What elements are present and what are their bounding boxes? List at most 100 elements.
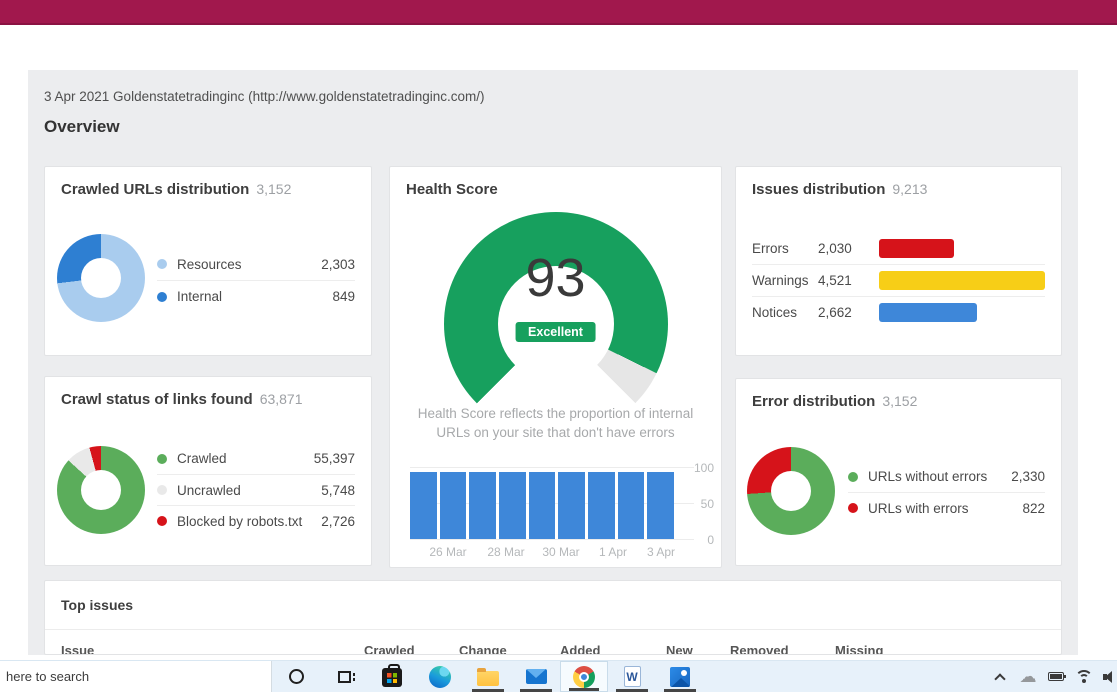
volume-tray-button[interactable] bbox=[1103, 667, 1117, 687]
onedrive-tray-button[interactable]: ☁ bbox=[1019, 667, 1037, 687]
legend-row: Internal 849 bbox=[157, 280, 355, 312]
card-crawl-status: Crawl status of links found 63,871 Crawle… bbox=[44, 376, 372, 566]
mail-button[interactable] bbox=[512, 661, 560, 692]
card-title-text: Crawl status of links found bbox=[61, 391, 253, 408]
microsoft-store-button[interactable] bbox=[368, 661, 416, 692]
card-title: Top issues bbox=[61, 597, 133, 613]
desktop-screen: 3 Apr 2021 Goldenstatetradinginc (http:/… bbox=[0, 0, 1117, 692]
issue-bar-track bbox=[879, 271, 1045, 290]
chrome-button[interactable] bbox=[560, 661, 608, 692]
report-header: 3 Apr 2021 Goldenstatetradinginc (http:/… bbox=[44, 89, 485, 104]
x-tick: 30 Mar bbox=[542, 545, 579, 559]
issues-rows: Errors 2,030 Warnings 4,521 Notices 2,66… bbox=[752, 232, 1045, 328]
column-header-change: Change bbox=[459, 643, 507, 655]
column-header-crawled: Crawled bbox=[364, 643, 415, 655]
column-header-new: New bbox=[666, 643, 693, 655]
x-tick: 3 Apr bbox=[647, 545, 675, 559]
legend-value: 822 bbox=[1022, 501, 1045, 516]
health-history-bars bbox=[410, 467, 674, 539]
app-top-bar bbox=[0, 0, 1117, 25]
health-rating-badge: Excellent bbox=[515, 322, 596, 342]
column-header-added: Added bbox=[560, 643, 600, 655]
health-history-bar bbox=[499, 472, 526, 539]
page-title: Overview bbox=[44, 117, 120, 137]
issue-value: 2,030 bbox=[818, 241, 879, 256]
legend-row: Blocked by robots.txt 2,726 bbox=[157, 505, 355, 536]
taskbar-search-box[interactable]: here to search bbox=[0, 661, 272, 692]
legend-label: Uncrawled bbox=[177, 483, 321, 498]
card-total: 3,152 bbox=[882, 393, 917, 409]
health-history-bar bbox=[588, 472, 615, 539]
photos-icon bbox=[670, 667, 690, 687]
chrome-icon bbox=[573, 666, 595, 688]
card-title-text: Top issues bbox=[61, 597, 133, 613]
task-view-button[interactable] bbox=[320, 661, 368, 692]
microsoft-logo-icon bbox=[387, 673, 397, 683]
issue-value: 2,662 bbox=[818, 305, 879, 320]
health-history-bar bbox=[529, 472, 556, 539]
windows-taskbar: here to search W ☁ bbox=[0, 660, 1117, 692]
card-total: 9,213 bbox=[892, 181, 927, 197]
tray-chevron-button[interactable] bbox=[991, 667, 1009, 687]
crawl-status-legend: Crawled 55,397 Uncrawled 5,748 Blocked b… bbox=[157, 443, 355, 536]
health-description: Health Score reflects the proportion of … bbox=[406, 404, 705, 442]
battery-icon bbox=[1048, 672, 1064, 681]
x-tick: 26 Mar bbox=[429, 545, 466, 559]
card-error-distribution: Error distribution3,152 URLs without err… bbox=[735, 378, 1062, 566]
photos-button[interactable] bbox=[656, 661, 704, 692]
health-history-bar bbox=[410, 472, 437, 539]
word-icon: W bbox=[624, 666, 641, 687]
cortana-button[interactable] bbox=[272, 661, 320, 692]
error-dist-donut bbox=[747, 447, 835, 535]
crawled-urls-donut bbox=[57, 234, 145, 322]
gridline-0 bbox=[410, 539, 694, 540]
card-title-text: Health Score bbox=[406, 181, 498, 198]
taskbar-app-icons: W bbox=[272, 661, 704, 692]
issues-bar-fill bbox=[879, 303, 977, 322]
legend-value: 2,330 bbox=[1011, 469, 1045, 484]
y-tick: 0 bbox=[684, 533, 714, 547]
mail-icon bbox=[526, 669, 547, 684]
word-button[interactable]: W bbox=[608, 661, 656, 692]
x-tick: 1 Apr bbox=[599, 545, 627, 559]
legend-label: URLs with errors bbox=[868, 501, 1022, 516]
column-header-issue: Issue bbox=[61, 643, 94, 655]
task-view-icon bbox=[338, 671, 351, 683]
legend-row: Crawled 55,397 bbox=[157, 443, 355, 474]
column-header-missing: Missing bbox=[835, 643, 883, 655]
card-title: Crawled URLs distribution3,152 bbox=[61, 181, 291, 198]
urls-without-errors-dot-icon bbox=[848, 472, 858, 482]
battery-tray-button[interactable] bbox=[1047, 667, 1065, 687]
x-tick: 28 Mar bbox=[487, 545, 524, 559]
error-dist-legend: URLs without errors 2,330 URLs with erro… bbox=[848, 461, 1045, 523]
cortana-circle-icon bbox=[289, 669, 304, 684]
urls-with-errors-dot-icon bbox=[848, 503, 858, 513]
legend-label: Crawled bbox=[177, 451, 314, 466]
wifi-icon bbox=[1075, 670, 1093, 683]
card-total: 63,871 bbox=[260, 391, 303, 407]
issue-label: Errors bbox=[752, 241, 818, 256]
volume-icon bbox=[1103, 670, 1117, 684]
health-history-bar bbox=[618, 472, 645, 539]
issue-row-warnings: Warnings 4,521 bbox=[752, 264, 1045, 296]
card-title-text: Crawled URLs distribution bbox=[61, 181, 249, 198]
legend-row: Uncrawled 5,748 bbox=[157, 474, 355, 505]
legend-row: Resources 2,303 bbox=[157, 248, 355, 280]
edge-button[interactable] bbox=[416, 661, 464, 692]
card-health-score: Health Score 93 Excellent Health Score r… bbox=[389, 166, 722, 568]
health-history-bar bbox=[440, 472, 467, 539]
crawled-urls-legend: Resources 2,303 Internal 849 bbox=[157, 248, 355, 312]
card-title: Issues distribution9,213 bbox=[752, 181, 927, 198]
issue-bar-track bbox=[879, 303, 1045, 322]
legend-value: 5,748 bbox=[321, 483, 355, 498]
legend-label: Blocked by robots.txt bbox=[177, 514, 321, 529]
issue-value: 4,521 bbox=[818, 273, 879, 288]
wifi-tray-button[interactable] bbox=[1075, 667, 1093, 687]
internal-dot-icon bbox=[157, 292, 167, 302]
onedrive-cloud-icon: ☁ bbox=[1020, 667, 1037, 687]
issue-row-errors: Errors 2,030 bbox=[752, 232, 1045, 264]
health-score-value: 93 bbox=[390, 249, 721, 307]
resources-dot-icon bbox=[157, 259, 167, 269]
file-explorer-button[interactable] bbox=[464, 661, 512, 692]
store-icon bbox=[382, 668, 402, 687]
